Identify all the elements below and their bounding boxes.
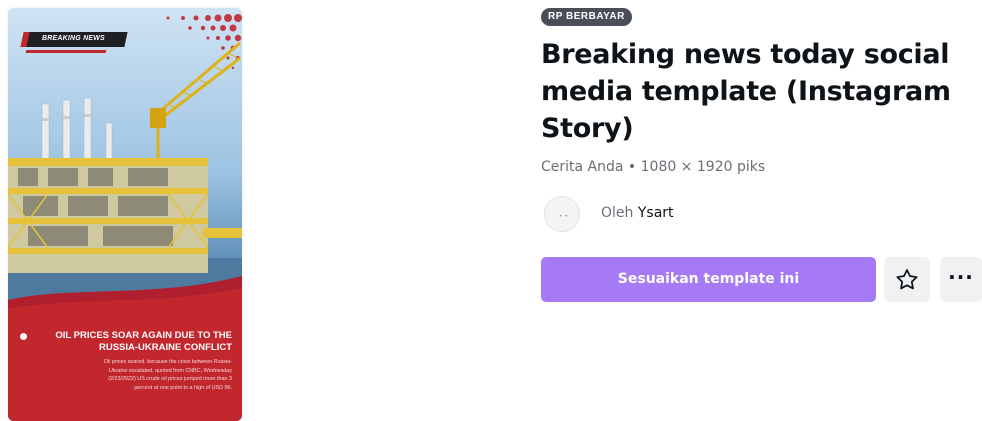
banner-underline (25, 50, 107, 53)
more-horizontal-icon: ··· (948, 264, 974, 289)
author-line: Oleh Ysart (601, 205, 674, 221)
preview-body-text: Oil prices soared. because the crisis be… (103, 359, 232, 391)
customize-template-button[interactable]: Sesuaikan template ini (541, 257, 876, 302)
star-outline-icon (896, 268, 918, 289)
breaking-news-label: BREAKING NEWS (42, 35, 105, 42)
paid-badge: RP BERBAYAR (541, 8, 632, 26)
template-meta: Cerita Anda • 1080 × 1920 piks (541, 159, 766, 175)
avatar-placeholder-icon: • • (559, 213, 568, 220)
template-title: Breaking news today social media templat… (541, 39, 951, 144)
author-name[interactable]: Ysart (638, 205, 674, 221)
avatar[interactable]: • • (544, 196, 580, 232)
headline-bullet (20, 333, 27, 340)
favorite-button[interactable] (884, 257, 930, 302)
more-options-button[interactable]: ··· (940, 257, 982, 302)
preview-headline: OIL PRICES SOAR AGAIN DUE TO THE RUSSIA-… (55, 330, 232, 353)
template-preview[interactable]: BREAKING NEWS OIL PRICES SOAR AGAIN DUE … (8, 8, 242, 421)
author-prefix: Oleh (601, 205, 634, 221)
